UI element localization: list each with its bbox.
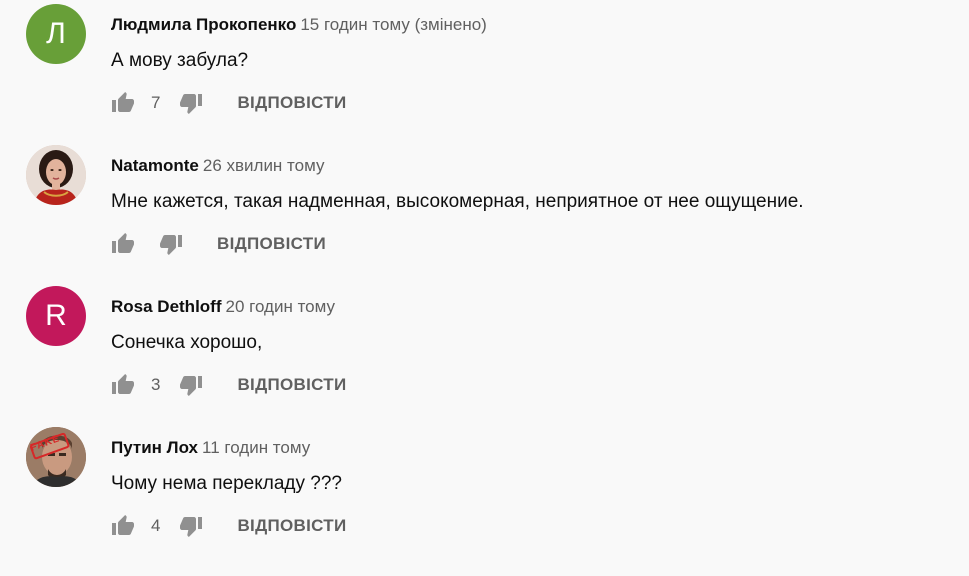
avatar[interactable]: FAKE xyxy=(26,427,86,487)
comment-time[interactable]: 15 годин тому (змінено) xyxy=(300,15,487,34)
comment-author[interactable]: Natamonte xyxy=(111,156,199,175)
thumb-down-icon xyxy=(180,376,203,396)
comment-time[interactable]: 20 годин тому xyxy=(226,297,336,316)
thumb-up-icon xyxy=(112,515,134,535)
thumb-down-icon xyxy=(180,94,203,114)
like-count: 4 xyxy=(151,516,161,535)
comment-actions: 3 ВІДПОВІСТИ xyxy=(111,370,346,400)
comment-text: Сонечка хорошо, xyxy=(111,332,263,353)
reply-button[interactable]: ВІДПОВІСТИ xyxy=(217,234,326,254)
comment-author[interactable]: Rosa Dethloff xyxy=(111,297,222,316)
dislike-button[interactable] xyxy=(179,373,203,397)
avatar[interactable]: R xyxy=(26,286,86,346)
dislike-button[interactable] xyxy=(179,91,203,115)
thumb-down-icon xyxy=(160,235,182,255)
like-button[interactable] xyxy=(111,514,135,538)
thumb-up-icon xyxy=(112,92,134,112)
comment-time[interactable]: 26 хвилин тому xyxy=(203,156,325,175)
comment-item: Natamonte 26 хвилин тому Мне кажется, так… xyxy=(0,141,969,282)
reply-button[interactable]: ВІДПОВІСТИ xyxy=(237,93,346,113)
comment-item: FAKE Путин Лох 11 годин тому Чому нема пе… xyxy=(0,423,969,564)
comment-actions: 7 ВІДПОВІСТИ xyxy=(111,88,346,118)
avatar[interactable]: Л xyxy=(26,4,86,64)
comment-actions: 4 ВІДПОВІСТИ xyxy=(111,511,346,541)
comment-text: Чому нема перекладу ??? xyxy=(111,473,342,494)
thumb-down-icon xyxy=(180,517,203,537)
comment-text: А мову забула? xyxy=(111,50,249,71)
dislike-button[interactable] xyxy=(159,232,183,256)
thumb-up-icon xyxy=(112,374,134,394)
avatar-letter: R xyxy=(45,299,67,332)
comment-author[interactable]: Путин Лох xyxy=(111,438,198,457)
woman-portrait-icon xyxy=(26,145,86,205)
comment-actions: ВІДПОВІСТИ xyxy=(111,229,326,259)
like-button[interactable] xyxy=(111,91,135,115)
dislike-button[interactable] xyxy=(179,514,203,538)
comment-author[interactable]: Людмила Прокопенко xyxy=(111,15,296,34)
reply-button[interactable]: ВІДПОВІСТИ xyxy=(237,375,346,395)
comment-text: Мне кажется, такая надменная, высокомерн… xyxy=(111,191,804,212)
like-count: 3 xyxy=(151,375,161,394)
avatar[interactable] xyxy=(26,145,86,205)
comment-time[interactable]: 11 годин тому xyxy=(202,438,310,457)
comment-item: R Rosa Dethloff 20 годин тому Сонечка хор… xyxy=(0,282,969,423)
avatar-letter: Л xyxy=(46,17,66,50)
like-count: 7 xyxy=(151,93,161,112)
reply-button[interactable]: ВІДПОВІСТИ xyxy=(237,516,346,536)
like-button[interactable] xyxy=(111,373,135,397)
comment-item: Л Людмила Прокопенко 15 годин тому (зміне… xyxy=(0,0,969,141)
comments-list: Л Людмила Прокопенко 15 годин тому (зміне… xyxy=(0,0,969,576)
thumb-up-icon xyxy=(112,233,134,253)
like-button[interactable] xyxy=(111,232,135,256)
